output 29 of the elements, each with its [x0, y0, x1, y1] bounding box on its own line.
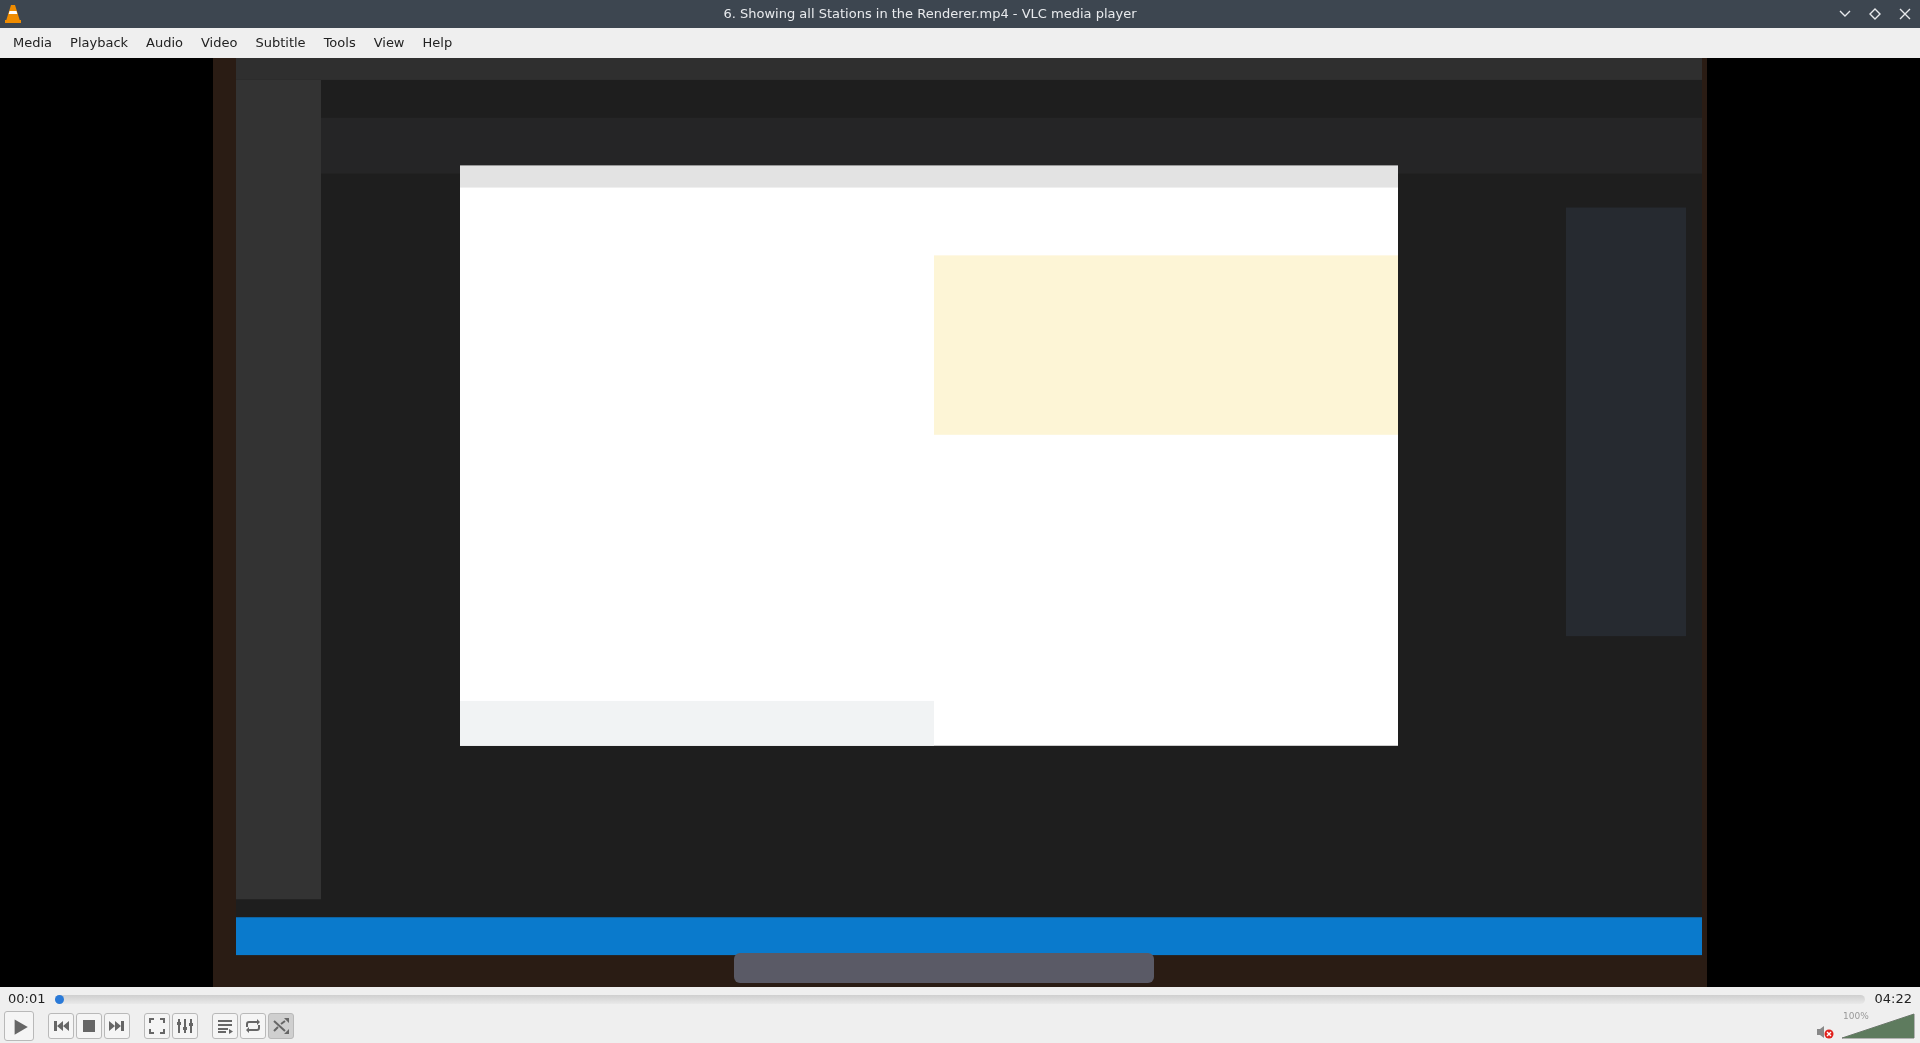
menu-item[interactable]: Tools — [314, 29, 365, 57]
equalizer-icon — [175, 1016, 195, 1036]
loop-button[interactable] — [240, 1013, 266, 1039]
window-title: 6. Showing all Stations in the Renderer.mp4 - VLC media player — [722, 5, 1138, 24]
menu-item[interactable]: Video — [192, 29, 247, 57]
menu-item[interactable]: Playback — [61, 29, 138, 57]
menu-item[interactable]: Help — [413, 29, 462, 57]
muted-speaker-icon[interactable] — [1816, 1024, 1834, 1040]
menu-item[interactable]: Audio — [137, 29, 192, 57]
previous-button[interactable] — [48, 1013, 74, 1039]
play-button[interactable] — [4, 1011, 34, 1041]
menu-item[interactable]: View — [364, 29, 414, 57]
shuffle-button[interactable] — [268, 1013, 294, 1039]
playlist-button[interactable] — [212, 1013, 238, 1039]
stop-button[interactable] — [76, 1013, 102, 1039]
menu-item[interactable]: Media — [4, 29, 62, 57]
elapsed-time: 00:01 — [8, 990, 46, 1009]
volume-reading: 100% — [1843, 1010, 1869, 1023]
close-icon[interactable] — [1898, 7, 1912, 21]
fullscreen-icon — [147, 1016, 167, 1036]
shuffle-icon — [271, 1016, 291, 1036]
settings-button[interactable] — [172, 1013, 198, 1039]
fullscreen-button[interactable] — [144, 1013, 170, 1039]
menu-item[interactable]: Subtitle — [246, 29, 315, 57]
total-time: 04:22 — [1874, 990, 1912, 1009]
next-button[interactable] — [104, 1013, 130, 1039]
volume-slider[interactable] — [1840, 1012, 1916, 1040]
maximize-icon[interactable] — [1868, 7, 1882, 21]
vlc-cone-icon — [4, 3, 22, 25]
